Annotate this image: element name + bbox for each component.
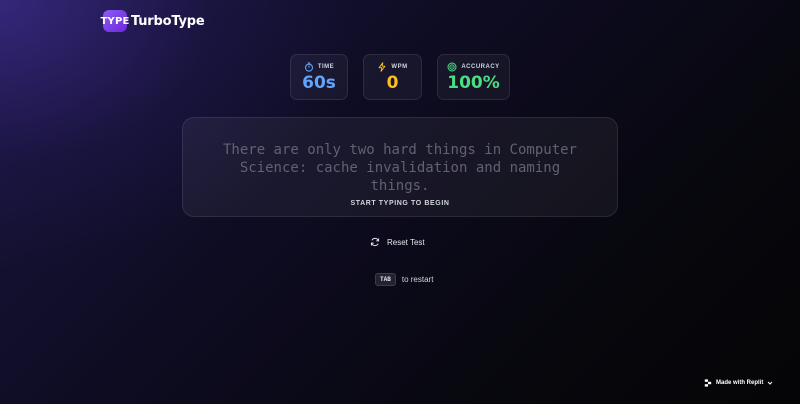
timer-icon xyxy=(304,61,313,72)
app-logo[interactable]: TYPE TurboType xyxy=(100,10,205,32)
made-with-replit-label: Made with Replit xyxy=(716,380,764,386)
start-hint: START TYPING TO BEGIN xyxy=(350,200,450,207)
wpm-stat-card: WPM 0 xyxy=(363,54,422,100)
typing-area[interactable]: There are only two hard things in Comput… xyxy=(182,117,618,217)
reset-test-button[interactable]: Reset Test xyxy=(370,234,425,250)
accuracy-value: 100% xyxy=(447,73,500,93)
restart-shortcut-hint: TAB to restart xyxy=(375,273,433,286)
wpm-value: 0 xyxy=(386,73,399,93)
wpm-label: WPM xyxy=(391,63,408,70)
time-stat-card: TIME 60s xyxy=(290,54,348,100)
tab-key: TAB xyxy=(375,273,396,286)
accuracy-stat-card: ACCURACY 100% xyxy=(437,54,510,100)
accuracy-label: ACCURACY xyxy=(461,63,500,70)
reset-label: Reset Test xyxy=(387,237,425,247)
target-icon xyxy=(447,61,457,72)
test-text: There are only two hard things in Comput… xyxy=(222,142,577,194)
time-label: TIME xyxy=(317,63,335,70)
logo-badge: TYPE xyxy=(100,10,129,32)
replit-icon xyxy=(704,379,712,387)
lightning-icon xyxy=(379,61,386,72)
refresh-icon xyxy=(370,237,380,247)
app-name: TurboType xyxy=(131,13,205,29)
time-value: 60s xyxy=(302,73,336,93)
made-with-replit-badge[interactable]: Made with Replit xyxy=(704,377,773,389)
chevron-down-icon xyxy=(767,381,773,385)
shortcut-text: to restart xyxy=(401,275,434,284)
